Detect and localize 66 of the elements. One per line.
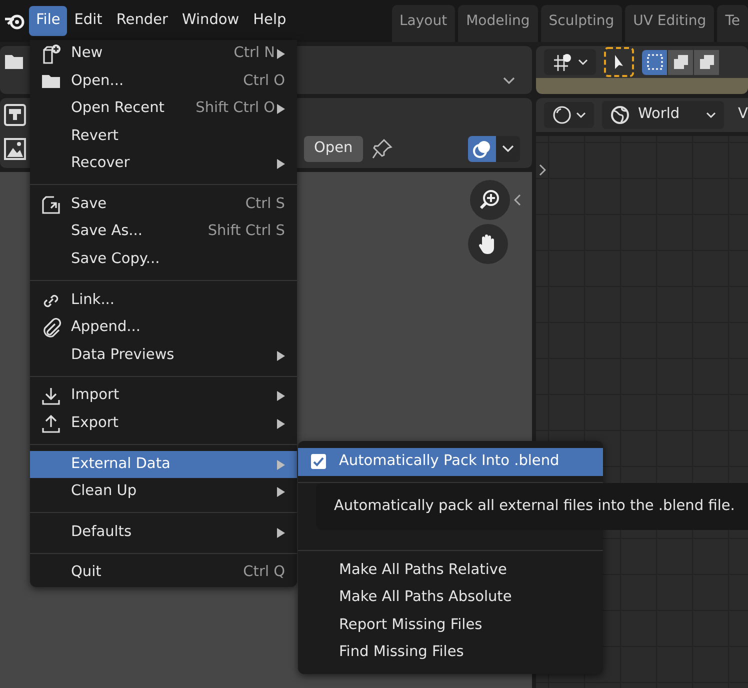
editor-type-icon[interactable] (4, 104, 26, 126)
checkbox[interactable] (311, 454, 326, 470)
menu-item[interactable]: Defaults (30, 518, 297, 546)
header-text: V (738, 105, 748, 124)
menu-item[interactable]: Save Ctrl S (30, 190, 297, 219)
image-icon[interactable] (4, 138, 26, 160)
menu-item[interactable]: Clean Up (30, 478, 297, 506)
menu-item[interactable]: Make All Paths Relative (298, 556, 603, 584)
overlay-icon (472, 139, 492, 159)
menu-item[interactable]: File (29, 6, 68, 36)
selection-mode-icon[interactable] (694, 50, 719, 74)
gizmo-dropdown[interactable] (544, 49, 596, 75)
menu-item[interactable]: Open Recent Shift Ctrl O (30, 95, 297, 123)
menu-item[interactable]: External Data (30, 450, 297, 478)
menu-item[interactable]: Quit Ctrl Q (30, 560, 297, 588)
menu-item[interactable]: Data Previews (30, 342, 297, 370)
pin-icon[interactable] (370, 138, 393, 160)
gizmo-icon (552, 52, 574, 72)
menu-item[interactable]: Import (30, 382, 297, 410)
select-tool-icon[interactable] (604, 47, 634, 77)
import-icon (40, 386, 60, 406)
workspace-tab[interactable]: Modeling (458, 5, 538, 42)
workspace-tab[interactable]: Layout (392, 5, 456, 42)
world-dropdown[interactable]: World (602, 101, 724, 129)
workspace-tab[interactable]: Te (717, 5, 748, 42)
menu-item[interactable]: Save As... Shift Ctrl S (30, 218, 297, 246)
menu-item[interactable]: Revert (30, 122, 297, 150)
chevron-down-icon (578, 58, 588, 66)
menu-item[interactable]: Recover (30, 150, 297, 178)
menu-item[interactable]: Automatically Pack Into .blend (298, 448, 603, 476)
menu-item[interactable]: Help (246, 6, 294, 36)
menu-item[interactable]: Report Missing Files (298, 612, 603, 640)
menu-item[interactable]: Window (174, 6, 246, 36)
menu-item[interactable]: Export (30, 410, 297, 438)
menu-item[interactable]: Save Copy... (30, 246, 297, 274)
menu-item[interactable]: Open... Ctrl O (30, 68, 297, 96)
chevron-down-icon (576, 112, 586, 118)
folder-icon[interactable] (4, 52, 24, 70)
tooltip: Automatically pack all external files into the .blend file. (316, 482, 748, 530)
menu-item[interactable]: Make All Paths Absolute (298, 584, 603, 612)
chevron-right-icon[interactable] (538, 164, 546, 176)
chevron-left-icon[interactable] (514, 194, 522, 206)
chevron-down-icon (706, 112, 716, 118)
chevron-down-icon (502, 145, 514, 153)
menu-item[interactable]: Append... (30, 314, 297, 342)
shading-dropdown[interactable] (544, 102, 594, 128)
zoom-icon[interactable] (470, 180, 510, 220)
selection-mode-icon[interactable] (642, 50, 667, 74)
menu-item[interactable]: Render (109, 6, 175, 36)
menu-item[interactable]: Find Missing Files (298, 639, 603, 667)
hand-icon[interactable] (468, 224, 508, 264)
open-button[interactable]: Open (304, 136, 363, 162)
menu-item[interactable]: Edit (67, 6, 110, 36)
chevron-down-icon[interactable] (502, 76, 516, 86)
export-icon (40, 414, 60, 434)
selection-mode-icon[interactable] (668, 50, 693, 74)
menu-item[interactable]: Link... (30, 286, 297, 314)
workspace-tab[interactable]: Sculpting (540, 5, 622, 42)
menu-item[interactable]: New Ctrl N (30, 40, 297, 68)
paperclip-icon (40, 318, 60, 338)
sphere-icon (552, 105, 572, 125)
overlay-toggle[interactable] (468, 136, 520, 162)
save-icon (40, 194, 60, 215)
new-file-icon (40, 44, 60, 64)
workspace-tab[interactable]: UV Editing (625, 5, 714, 42)
globe-icon (610, 105, 630, 125)
